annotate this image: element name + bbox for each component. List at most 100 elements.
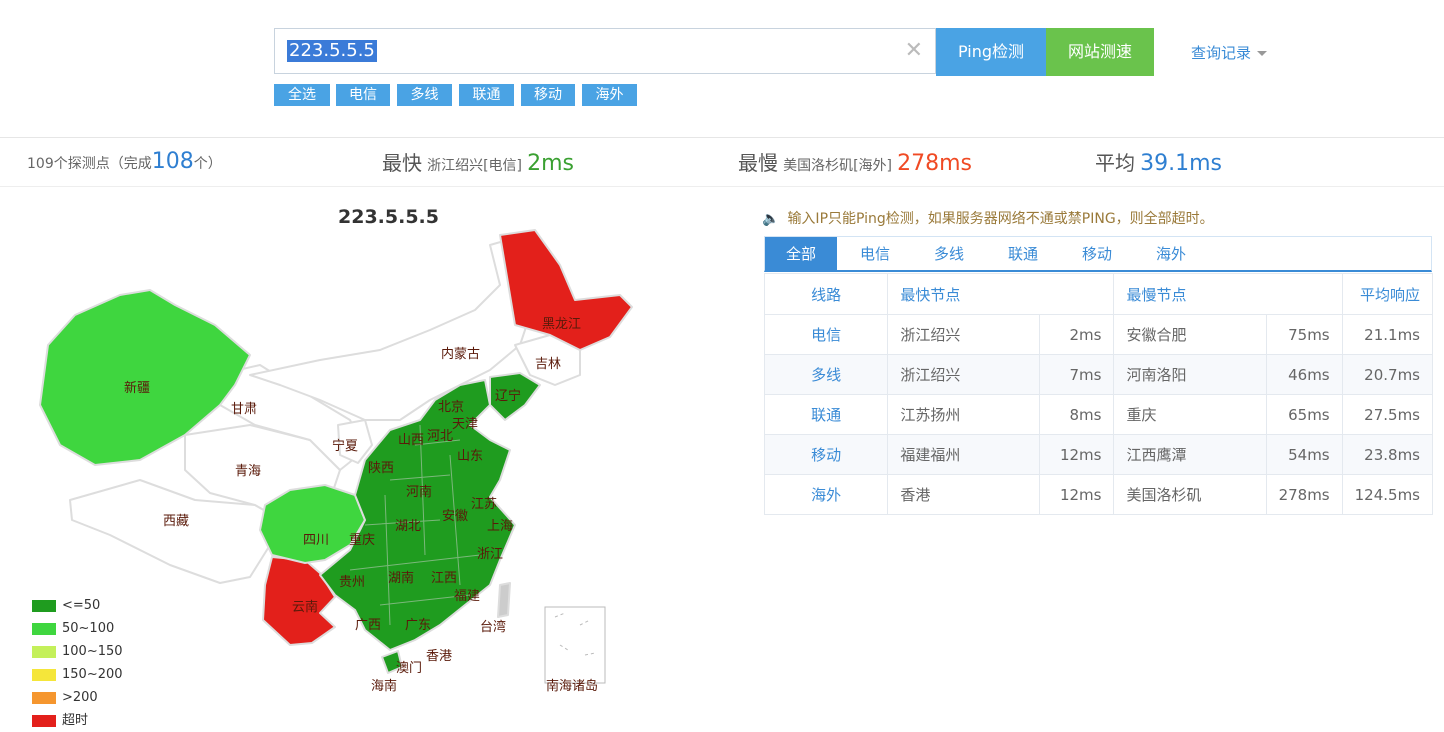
label-hunan: 湖南 [388, 570, 414, 586]
row-slow-ms: 54ms [1265, 434, 1343, 475]
row-fast-node: 浙江绍兴 [887, 314, 1041, 355]
probe-count: 109个探测点（完成108个） [27, 149, 222, 174]
row-fast-ms: 2ms [1039, 314, 1115, 355]
row-slow-ms: 46ms [1265, 354, 1343, 395]
notice: 🔈 输入IP只能Ping检测，如果服务器网络不通或禁PING，则全部超时。 [762, 208, 1214, 228]
row-slow-ms: 65ms [1265, 394, 1343, 435]
label-anhui: 安徽 [442, 509, 468, 524]
map-legend: <=50 50~100 100~150 150~200 >200 超时 [32, 594, 123, 732]
tab-unicom[interactable]: 联通 [987, 237, 1059, 271]
label-xianggang: 香港 [426, 649, 452, 664]
website-speed-button[interactable]: 网站测速 [1046, 28, 1154, 76]
filter-unicom[interactable]: 联通 [459, 84, 514, 106]
nanhai-inset [544, 606, 606, 684]
divider [0, 186, 1444, 187]
legend-item: 超时 [32, 709, 123, 732]
label-fujian: 福建 [454, 589, 480, 604]
table-row: 多线 浙江绍兴 7ms 河南洛阳 46ms 20.7ms [763, 354, 1434, 395]
label-hainan: 海南 [371, 678, 397, 694]
tab-telecom[interactable]: 电信 [839, 237, 911, 271]
query-history-link[interactable]: 查询记录 [1191, 42, 1268, 63]
tab-all[interactable]: 全部 [765, 237, 837, 271]
label-jilin: 吉林 [535, 357, 561, 372]
legend-item: >200 [32, 686, 123, 709]
legend-item: 150~200 [32, 663, 123, 686]
row-slow-node: 安徽合肥 [1113, 314, 1267, 355]
tab-multiline[interactable]: 多线 [913, 237, 985, 271]
close-icon[interactable]: ✕ [905, 39, 923, 63]
label-guangxi: 广西 [355, 618, 381, 633]
ping-button[interactable]: Ping检测 [936, 28, 1046, 76]
row-slow-node: 江西鹰潭 [1113, 434, 1267, 475]
row-slow-node: 美国洛杉矶 [1113, 474, 1267, 515]
row-line[interactable]: 海外 [763, 474, 889, 515]
label-sichuan: 四川 [303, 533, 329, 548]
label-zhejiang: 浙江 [477, 547, 503, 562]
average-value: 39.1ms [1140, 151, 1222, 176]
label-xinjiang: 新疆 [124, 380, 150, 396]
row-fast-node: 香港 [887, 474, 1041, 515]
label-heilongjiang: 黑龙江 [542, 317, 581, 332]
probe-prefix: 109个探测点（完成 [27, 156, 152, 172]
label-shandong: 山东 [457, 449, 483, 464]
row-fast-ms: 8ms [1039, 394, 1115, 435]
label-shanghai: 上海 [487, 519, 513, 534]
legend-label: <=50 [62, 597, 101, 613]
label-tianjin: 天津 [452, 417, 478, 432]
label-neimenggu: 内蒙古 [441, 346, 480, 362]
row-line[interactable]: 电信 [763, 314, 889, 355]
row-line[interactable]: 联通 [763, 394, 889, 435]
table-row: 联通 江苏扬州 8ms 重庆 65ms 27.5ms [763, 394, 1434, 435]
result-table: 线路 最快节点 最慢节点 平均响应 电信 浙江绍兴 2ms 安徽合肥 75ms … [763, 273, 1434, 515]
filter-multiline[interactable]: 多线 [397, 84, 452, 106]
legend-swatch [32, 691, 56, 704]
table-row: 移动 福建福州 12ms 江西鹰潭 54ms 23.8ms [763, 434, 1434, 475]
row-line[interactable]: 多线 [763, 354, 889, 395]
row-fast-node: 福建福州 [887, 434, 1041, 475]
row-fast-ms: 7ms [1039, 354, 1115, 395]
chevron-down-icon [1257, 51, 1268, 56]
legend-label: 100~150 [62, 643, 123, 659]
legend-swatch [32, 714, 56, 727]
tab-overseas[interactable]: 海外 [1135, 237, 1207, 271]
row-avg: 124.5ms [1341, 474, 1434, 515]
tab-mobile[interactable]: 移动 [1061, 237, 1133, 271]
region-taiwan[interactable] [497, 582, 511, 618]
speaker-icon: 🔈 [762, 211, 780, 227]
filter-all[interactable]: 全选 [274, 84, 330, 106]
label-nanhai: 南海诸岛 [546, 678, 598, 694]
filter-mobile[interactable]: 移动 [521, 84, 575, 106]
row-slow-node: 河南洛阳 [1113, 354, 1267, 395]
legend-label: 超时 [62, 712, 89, 728]
row-avg: 23.8ms [1341, 434, 1434, 475]
legend-swatch [32, 668, 56, 681]
notice-text: 输入IP只能Ping检测，如果服务器网络不通或禁PING，则全部超时。 [787, 211, 1214, 227]
row-fast-ms: 12ms [1039, 474, 1115, 515]
row-slow-node: 重庆 [1113, 394, 1267, 435]
fastest-stat: 最快 浙江绍兴[电信] 2ms [382, 147, 574, 176]
label-beijing: 北京 [438, 400, 464, 415]
fastest-label: 最快 [382, 151, 422, 175]
filter-overseas[interactable]: 海外 [582, 84, 637, 106]
label-henan: 河南 [406, 484, 432, 500]
label-shaanxi: 陕西 [368, 461, 394, 476]
header-avg: 平均响应 [1341, 273, 1434, 315]
slowest-value: 278ms [897, 151, 973, 176]
legend-item: 50~100 [32, 617, 123, 640]
fastest-value: 2ms [527, 151, 575, 176]
table-row: 海外 香港 12ms 美国洛杉矶 278ms 124.5ms [763, 474, 1434, 515]
label-gansu: 甘肃 [231, 402, 257, 417]
table-header-row: 线路 最快节点 最慢节点 平均响应 [763, 273, 1434, 315]
search-input[interactable]: 223.5.5.5 ✕ [274, 28, 936, 74]
header-line: 线路 [763, 273, 889, 315]
label-taiwan: 台湾 [480, 619, 506, 635]
search-input-value[interactable]: 223.5.5.5 [287, 40, 377, 62]
row-avg: 20.7ms [1341, 354, 1434, 395]
table-row: 电信 浙江绍兴 2ms 安徽合肥 75ms 21.1ms [763, 314, 1434, 355]
label-shanxi: 山西 [398, 433, 424, 448]
label-ningxia: 宁夏 [332, 438, 358, 454]
row-fast-node: 江苏扬州 [887, 394, 1041, 435]
row-fast-node: 浙江绍兴 [887, 354, 1041, 395]
row-line[interactable]: 移动 [763, 434, 889, 475]
filter-telecom[interactable]: 电信 [336, 84, 390, 106]
